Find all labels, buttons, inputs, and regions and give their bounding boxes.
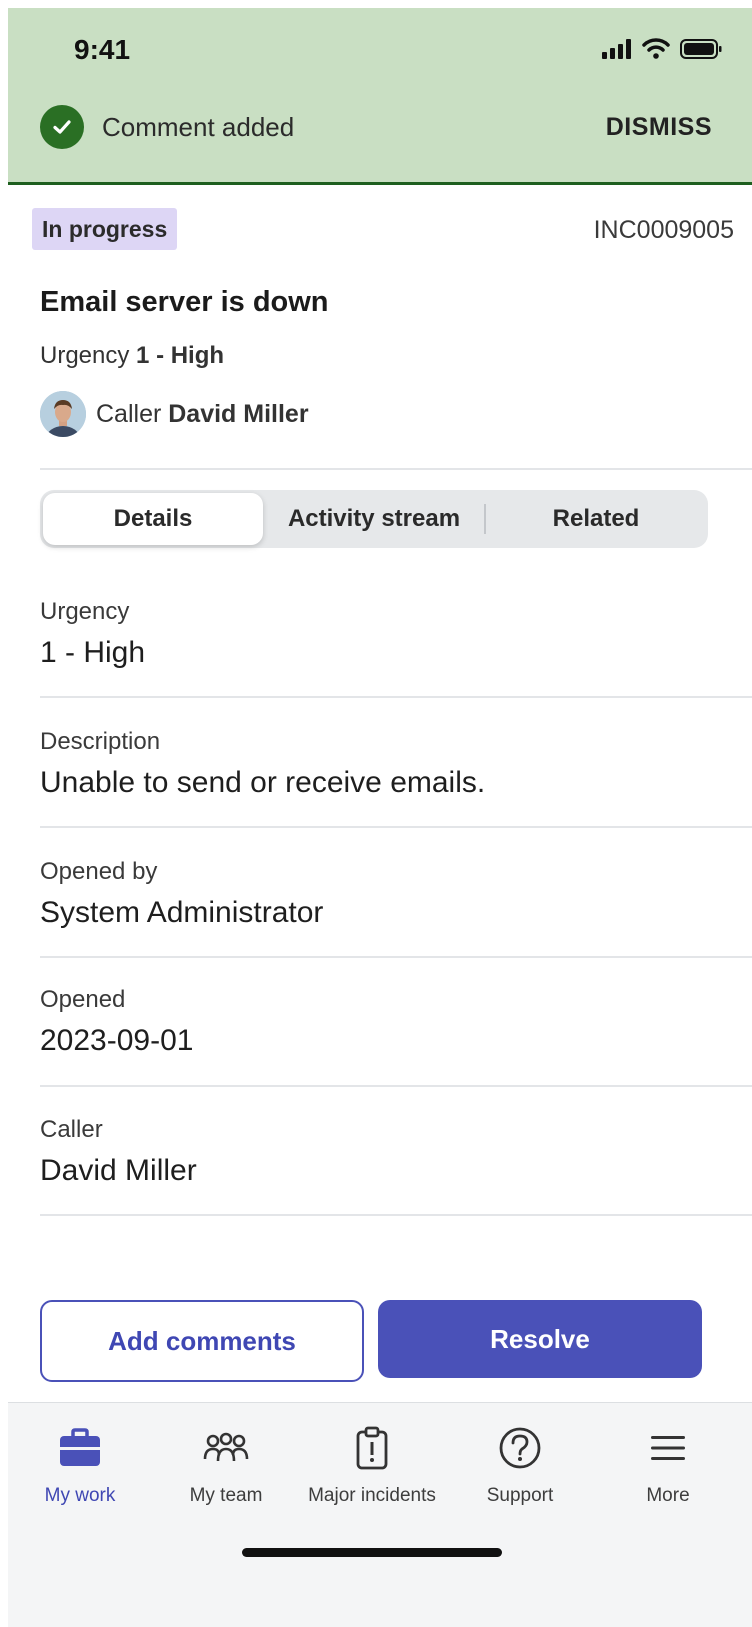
dismiss-button[interactable]: DISMISS xyxy=(606,113,712,142)
caller-summary-name: David Miller xyxy=(168,399,309,428)
nav-label: My team xyxy=(189,1485,263,1506)
nav-label: Support xyxy=(486,1485,554,1506)
toast: Comment added DISMISS xyxy=(40,102,712,152)
tab-related[interactable]: Related xyxy=(486,490,706,548)
divider xyxy=(40,826,752,828)
nav-my-work[interactable]: My work xyxy=(10,1425,150,1507)
toast-message: Comment added xyxy=(102,111,295,142)
tab-activity-stream[interactable]: Activity stream xyxy=(264,490,484,548)
nav-major-incidents[interactable]: Major incidents xyxy=(302,1425,442,1507)
nav-label: Major incidents xyxy=(308,1485,436,1506)
nav-label: More xyxy=(646,1485,690,1506)
status-time: 9:41 xyxy=(74,34,131,65)
help-circle-icon xyxy=(498,1425,542,1471)
field-value: David Miller xyxy=(40,1154,197,1187)
field-caller: Caller David Miller xyxy=(40,1116,752,1188)
nav-label: My work xyxy=(44,1485,116,1506)
field-label: Caller xyxy=(40,1116,103,1143)
urgency-summary: Urgency 1 - High xyxy=(40,342,224,370)
urgency-summary-value: 1 - High xyxy=(136,342,225,369)
divider xyxy=(40,956,752,958)
divider xyxy=(40,696,752,698)
menu-icon xyxy=(650,1425,686,1471)
field-label: Urgency xyxy=(40,598,130,625)
field-opened: Opened 2023-09-01 xyxy=(40,986,752,1058)
incident-title: Email server is down xyxy=(40,286,329,318)
clipboard-alert-icon xyxy=(355,1425,389,1471)
caller-summary[interactable]: Caller David Miller xyxy=(40,390,309,438)
field-value: 2023-09-01 xyxy=(40,1024,194,1057)
field-value: 1 - High xyxy=(40,636,146,669)
wifi-icon xyxy=(642,38,670,64)
avatar xyxy=(40,391,86,437)
team-icon xyxy=(203,1425,249,1471)
field-label: Opened xyxy=(40,986,126,1013)
nav-support[interactable]: Support xyxy=(450,1425,590,1507)
field-opened-by: Opened by System Administrator xyxy=(40,858,752,930)
incident-screen: 9:41 Comment added DISMISS In progress I… xyxy=(8,8,752,1627)
field-label: Description xyxy=(40,728,161,755)
divider xyxy=(40,1214,752,1216)
divider xyxy=(40,1085,752,1087)
tab-control: Details Activity stream Related xyxy=(40,490,708,548)
add-comments-button[interactable]: Add comments xyxy=(40,1300,364,1382)
nav-more[interactable]: More xyxy=(598,1425,738,1507)
resolve-button[interactable]: Resolve xyxy=(378,1300,702,1378)
status-icons xyxy=(602,38,722,64)
caller-summary-label: Caller xyxy=(96,399,162,428)
field-value: System Administrator xyxy=(40,896,324,929)
divider xyxy=(40,468,752,470)
briefcase-icon xyxy=(58,1425,102,1471)
urgency-summary-label: Urgency xyxy=(40,342,130,369)
battery-icon xyxy=(680,38,722,64)
nav-my-team[interactable]: My team xyxy=(156,1425,296,1507)
signal-icon xyxy=(602,38,632,64)
state-badge: In progress xyxy=(32,208,178,250)
home-indicator xyxy=(242,1548,502,1557)
tab-details[interactable]: Details xyxy=(43,493,263,545)
field-urgency: Urgency 1 - High xyxy=(40,598,752,670)
toast-banner: 9:41 Comment added DISMISS xyxy=(8,8,752,185)
field-label: Opened by xyxy=(40,858,158,885)
field-description: Description Unable to send or receive em… xyxy=(40,728,752,800)
incident-number: INC0009005 xyxy=(593,216,734,244)
check-circle-icon xyxy=(40,105,84,149)
field-value: Unable to send or receive emails. xyxy=(40,766,486,799)
bottom-nav: My work My team Major incidents Support … xyxy=(8,1402,752,1627)
